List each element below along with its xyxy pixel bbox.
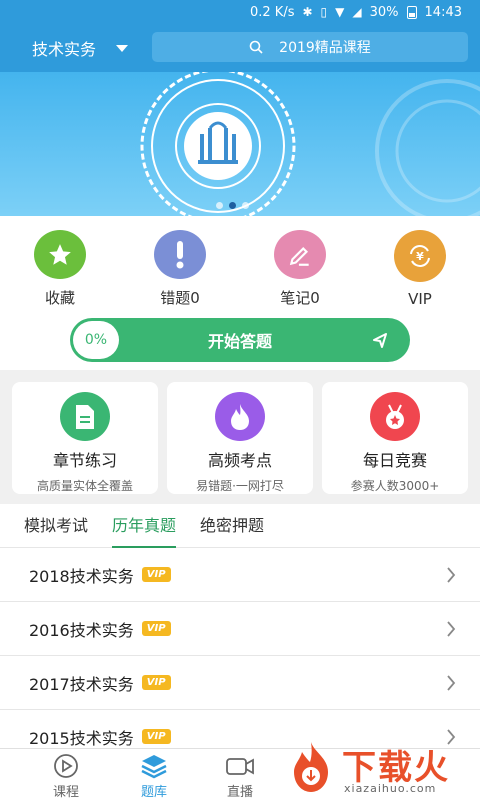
signal-icon: ◢ (352, 5, 362, 19)
vip-badge: VIP (141, 675, 171, 690)
svg-text:¥: ¥ (416, 250, 424, 263)
yen-refresh-icon: ¥ (394, 230, 446, 282)
layers-icon (141, 755, 167, 779)
carousel-dot[interactable] (242, 202, 249, 209)
list-item[interactable]: 2017技术实务 VIP (0, 656, 480, 710)
flame-logo-icon (294, 742, 328, 792)
card-title: 高频考点 (207, 451, 272, 470)
wrong-questions-button[interactable]: 错题0 (120, 218, 240, 308)
chevron-right-icon (447, 621, 456, 637)
carousel-dot[interactable] (216, 202, 223, 209)
card-subtitle: 高质量实体全覆盖 (36, 479, 133, 493)
search-input[interactable]: 2019精品课程 (152, 32, 468, 62)
nav-live[interactable]: 直播 (210, 753, 270, 800)
notes-label: 笔记0 (280, 289, 320, 307)
card-title: 每日竞赛 (362, 451, 427, 470)
site-watermark: 下载火 xiazaihuo.com (282, 738, 480, 800)
list-item-title: 2016技术实务 (29, 620, 134, 640)
banner-carousel[interactable] (0, 72, 480, 216)
school-seal-logo (140, 72, 296, 216)
watermark-url: xiazaihuo.com (344, 782, 437, 795)
app-header: 技术实务 2019精品课程 (0, 24, 480, 72)
cursor-arrow-icon (373, 333, 387, 348)
chevron-down-icon (116, 44, 129, 52)
feature-cards: 章节练习 高质量实体全覆盖 高频考点 易错题·一网打尽 每日竞赛 参赛人数300… (0, 370, 480, 504)
network-speed: 0.2 K/s (250, 4, 295, 20)
high-frequency-card[interactable]: 高频考点 易错题·一网打尽 (167, 382, 313, 494)
wifi-icon: ▼ (335, 5, 345, 19)
notes-button[interactable]: 笔记0 (240, 218, 360, 308)
paper-list: 2018技术实务 VIP 2016技术实务 VIP 2017技术实务 VIP 2… (0, 548, 480, 748)
status-bar: 0.2 K/s ✱ ▯ ▼ ◢ 30% 14:43 (0, 0, 480, 24)
tab-secret-predictions[interactable]: 绝密押题 (200, 504, 264, 548)
favorites-label: 收藏 (44, 289, 75, 307)
wrong-questions-label: 错题0 (160, 289, 200, 307)
quick-actions: 收藏 错题0 笔记0 ¥ VIP (0, 218, 480, 308)
list-item[interactable]: 2016技术实务 VIP (0, 602, 480, 656)
vip-badge: VIP (141, 567, 171, 582)
battery-percent: 30% (369, 4, 399, 20)
subject-title: 技术实务 (32, 40, 97, 59)
list-item-title: 2018技术实务 (29, 566, 134, 586)
daily-contest-card[interactable]: 每日竞赛 参赛人数3000+ (322, 382, 468, 494)
start-quiz-button[interactable]: 0% 开始答题 (70, 318, 410, 362)
clock: 14:43 (424, 4, 462, 20)
carousel-dot-active[interactable] (229, 202, 236, 209)
chapter-practice-card[interactable]: 章节练习 高质量实体全覆盖 (12, 382, 158, 494)
card-title: 章节练习 (52, 451, 117, 470)
vip-badge: VIP (141, 729, 171, 744)
star-icon (34, 230, 86, 279)
favorites-button[interactable]: 收藏 (0, 218, 120, 308)
document-icon (60, 392, 110, 441)
chevron-right-icon (447, 567, 456, 583)
bluetooth-icon: ✱ (302, 5, 313, 19)
tab-past-papers[interactable]: 历年真题 (112, 504, 177, 548)
chevron-right-icon (447, 675, 456, 691)
card-subtitle: 参赛人数3000+ (350, 479, 440, 493)
card-subtitle: 易错题·一网打尽 (196, 479, 284, 493)
play-icon (54, 754, 78, 778)
search-placeholder: 2019精品课程 (279, 40, 371, 56)
exclamation-icon (154, 230, 206, 279)
nav-label: 题库 (140, 785, 167, 800)
vibrate-icon: ▯ (320, 5, 328, 19)
start-quiz-label: 开始答题 (207, 332, 272, 351)
nav-label: 直播 (226, 785, 253, 800)
list-item-title: 2015技术实务 (29, 728, 134, 748)
progress-percent: 0% (73, 321, 119, 359)
camera-icon (226, 758, 254, 775)
vip-button[interactable]: ¥ VIP (360, 218, 480, 308)
vip-badge: VIP (141, 621, 171, 636)
vip-label: VIP (408, 290, 432, 308)
nav-question-bank[interactable]: 题库 (124, 753, 184, 800)
flame-icon (215, 392, 265, 441)
medal-icon (370, 392, 420, 441)
subject-selector[interactable]: 技术实务 (32, 36, 129, 60)
battery-icon (406, 5, 417, 19)
search-icon (249, 40, 263, 54)
list-item[interactable]: 2018技术实务 VIP (0, 548, 480, 602)
exam-tabs: 模拟考试 历年真题 绝密押题 (0, 504, 480, 548)
tab-mock-exam[interactable]: 模拟考试 (24, 504, 88, 548)
list-item-title: 2017技术实务 (29, 674, 134, 694)
carousel-dots (216, 202, 249, 209)
pen-icon (274, 230, 326, 279)
nav-courses[interactable]: 课程 (36, 753, 96, 800)
school-seal-watermark (375, 79, 480, 216)
nav-label: 课程 (52, 785, 79, 800)
